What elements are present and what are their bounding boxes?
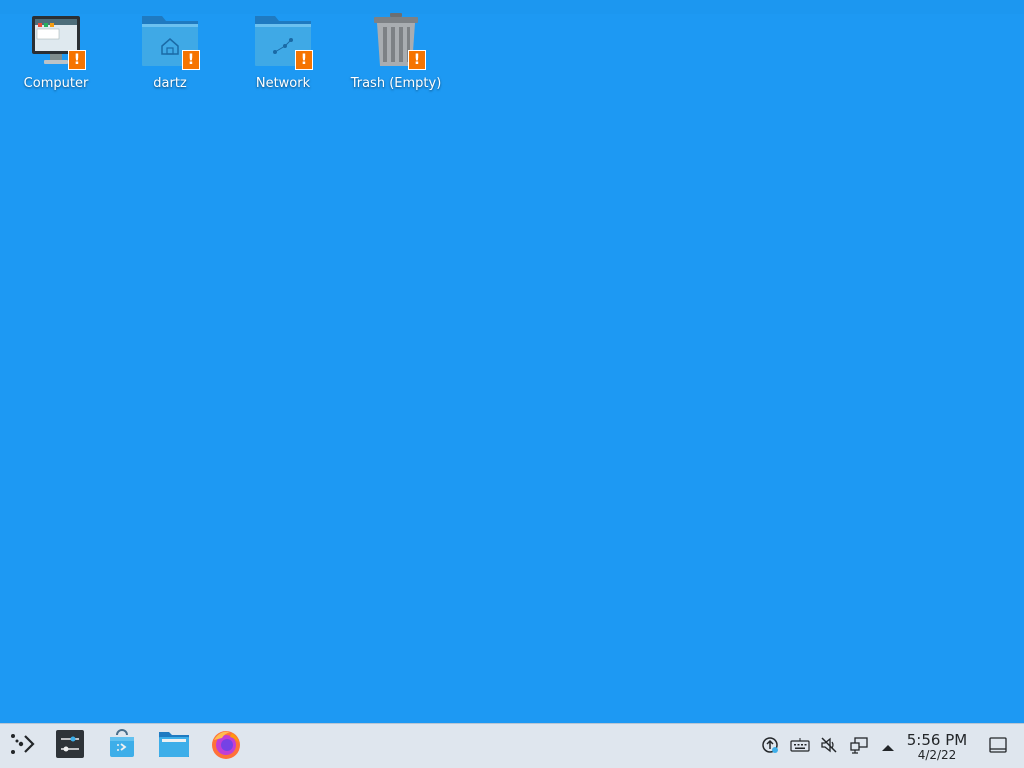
network-folder-icon: ! — [251, 10, 315, 72]
digital-clock[interactable]: 5:56 PM 4/2/22 — [900, 732, 974, 762]
application-launcher-button[interactable] — [4, 730, 40, 762]
show-desktop-icon — [989, 737, 1007, 757]
system-settings-icon — [55, 729, 85, 763]
desktop-icon-home[interactable]: ! dartz — [122, 10, 218, 100]
tray-keyboard[interactable] — [789, 736, 811, 758]
keyboard-icon — [790, 737, 810, 757]
desktop[interactable]: ! Computer ! dartz ! Network ! Trash (Em… — [0, 0, 1024, 723]
tray-expand-button[interactable] — [877, 736, 899, 758]
desktop-icon-computer[interactable]: ! Computer — [8, 10, 104, 100]
desktop-icon-label: dartz — [153, 76, 187, 91]
tray-volume[interactable] — [818, 736, 840, 758]
file-manager-icon — [158, 729, 190, 763]
taskbar-system-settings[interactable] — [52, 730, 88, 762]
discover-store-icon — [107, 729, 137, 763]
firefox-icon — [210, 728, 242, 764]
desktop-icon-trash[interactable]: ! Trash (Empty) — [348, 10, 444, 100]
show-desktop-button[interactable] — [987, 736, 1009, 758]
desktop-icon-label: Trash (Empty) — [350, 76, 442, 91]
network-wired-icon — [849, 735, 869, 759]
expand-tray-arrow-icon — [881, 738, 895, 757]
volume-muted-icon — [819, 735, 839, 759]
application-launcher-icon — [8, 730, 36, 762]
clock-time: 5:56 PM — [906, 731, 968, 749]
taskbar-discover[interactable] — [104, 729, 140, 763]
clock-date: 4/2/22 — [917, 748, 957, 762]
taskbar-firefox[interactable] — [208, 730, 244, 762]
taskbar: 5:56 PM 4/2/22 — [0, 723, 1024, 768]
warning-badge: ! — [408, 50, 426, 70]
warning-badge: ! — [182, 50, 200, 70]
warning-badge: ! — [295, 50, 313, 70]
updates-icon — [761, 736, 779, 758]
tray-network[interactable] — [848, 736, 870, 758]
tray-updates[interactable] — [759, 736, 781, 758]
warning-badge: ! — [68, 50, 86, 70]
desktop-icon-label: Computer — [23, 76, 89, 91]
trash-icon: ! — [364, 10, 428, 72]
taskbar-file-manager[interactable] — [156, 730, 192, 762]
desktop-icon-label: Network — [255, 76, 311, 91]
computer-icon: ! — [24, 10, 88, 72]
desktop-icon-network[interactable]: ! Network — [235, 10, 331, 100]
home-folder-icon: ! — [138, 10, 202, 72]
